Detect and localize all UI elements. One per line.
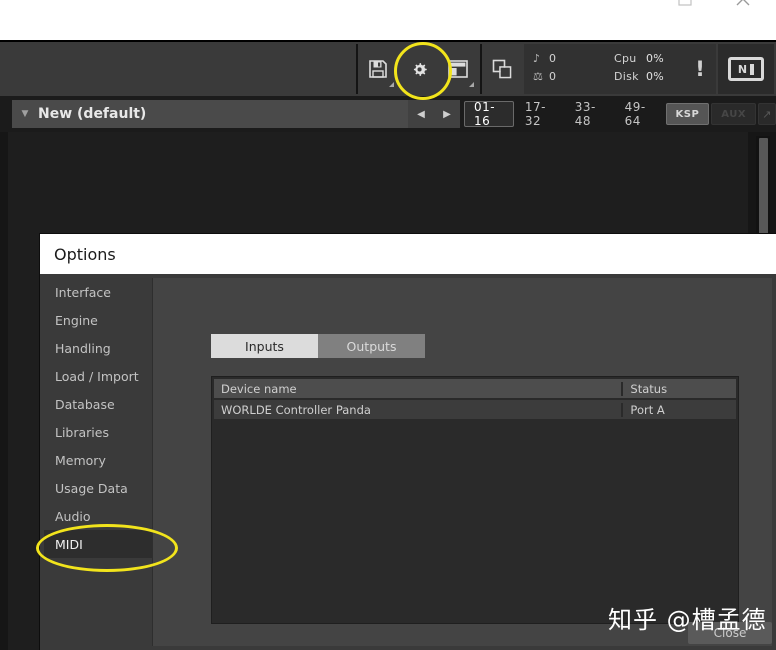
- options-dialog: Options Interface Engine Handling Load /…: [40, 234, 776, 650]
- disk-value: 0%: [646, 70, 665, 83]
- bank-button-01-16[interactable]: 01-16: [464, 100, 514, 128]
- caret-down-icon[interactable]: ▼: [12, 109, 38, 119]
- maximize-icon[interactable]: [672, 0, 698, 12]
- sidebar-item-interface[interactable]: Interface: [44, 278, 152, 306]
- table-header-row: Device name Status: [214, 379, 736, 398]
- memory-icon: ⚖: [533, 70, 544, 83]
- bank-button-17-32[interactable]: 17-32: [516, 100, 564, 128]
- memory-value: 0: [549, 70, 557, 83]
- cpu-value: 0%: [646, 52, 665, 65]
- close-icon[interactable]: [730, 0, 756, 12]
- sidebar-item-audio[interactable]: Audio: [44, 502, 152, 530]
- cpu-label: Cpu: [614, 52, 637, 65]
- prev-preset-button[interactable]: ◀: [408, 100, 434, 128]
- os-window-chrome: [0, 0, 776, 40]
- sidebar-item-handling[interactable]: Handling: [44, 334, 152, 362]
- midi-device-table: Device name Status WORLDE Controller Pan…: [211, 376, 739, 624]
- bank-button-group: 01-16 17-32 33-48 49-64 KSP AUX ↗: [464, 100, 776, 128]
- sidebar-item-memory[interactable]: Memory: [44, 446, 152, 474]
- toolbar-multi-group: [482, 42, 522, 96]
- sidebar-item-load-import[interactable]: Load / Import: [44, 362, 152, 390]
- sidebar-item-midi[interactable]: MIDI: [44, 530, 152, 558]
- screenshot-root: ♪ 0 ⚖ 0 Cpu 0% Disk 0% ! N ▼ New (defaul…: [0, 0, 776, 650]
- column-header-device-name: Device name: [221, 381, 297, 396]
- rack-scrollbar-thumb[interactable]: [759, 138, 768, 242]
- rack-header-bar: ▼ New (default) ◀ ▶ 01-16 17-32 33-48 49…: [0, 96, 776, 132]
- sidebar-item-label: Audio: [55, 508, 91, 524]
- ksp-button[interactable]: KSP: [665, 103, 710, 125]
- sidebar-item-label: Libraries: [55, 424, 109, 440]
- cell-device-name: WORLDE Controller Panda: [221, 402, 371, 417]
- rack-nav-arrows: ◀ ▶: [408, 100, 460, 128]
- bank-button-49-64[interactable]: 49-64: [616, 100, 664, 128]
- sidebar-item-label: Database: [55, 396, 115, 412]
- sidebar-item-label: MIDI: [55, 536, 83, 552]
- sidebar-item-engine[interactable]: Engine: [44, 306, 152, 334]
- voices-value: 0: [549, 52, 557, 65]
- sidebar-item-label: Memory: [55, 452, 106, 468]
- options-body: Interface Engine Handling Load / Import …: [40, 274, 776, 650]
- layout-menu-triangle-icon[interactable]: [469, 82, 474, 87]
- window-stack-icon[interactable]: [482, 42, 522, 96]
- next-preset-button[interactable]: ▶: [434, 100, 460, 128]
- options-title: Options: [54, 244, 116, 264]
- floppy-disk-save-icon[interactable]: [358, 42, 398, 96]
- options-titlebar: Options: [40, 234, 776, 274]
- toolbar-empty-area: [0, 42, 356, 96]
- expand-rack-icon[interactable]: ↗: [758, 103, 776, 125]
- ni-logo: N: [718, 44, 774, 94]
- disk-meter: Disk 0%: [614, 70, 664, 83]
- performance-meters: ♪ 0 ⚖ 0 Cpu 0% Disk 0%: [524, 44, 684, 94]
- voices-meter: ♪ 0: [533, 52, 579, 65]
- note-icon: ♪: [533, 52, 541, 65]
- sidebar-item-libraries[interactable]: Libraries: [44, 418, 152, 446]
- sidebar-item-usage-data[interactable]: Usage Data: [44, 474, 152, 502]
- panel-layout-icon[interactable]: [438, 42, 478, 96]
- cpu-meter: Cpu 0%: [614, 52, 664, 65]
- sidebar-item-label: Interface: [55, 284, 111, 300]
- sidebar-item-label: Engine: [55, 312, 98, 328]
- bank-button-33-48[interactable]: 33-48: [566, 100, 614, 128]
- column-header-status: Status: [621, 381, 736, 396]
- sidebar-item-database[interactable]: Database: [44, 390, 152, 418]
- exclamation-icon[interactable]: !: [684, 44, 716, 94]
- sidebar-item-label: Handling: [55, 340, 111, 356]
- tab-inputs[interactable]: Inputs: [211, 334, 318, 358]
- aux-button[interactable]: AUX: [711, 103, 757, 125]
- memory-meter: ⚖ 0: [533, 70, 579, 83]
- io-tab-group: Inputs Outputs: [211, 334, 425, 358]
- gear-options-icon[interactable]: [398, 42, 438, 96]
- disk-label: Disk: [614, 70, 639, 83]
- table-row[interactable]: WORLDE Controller Panda Port A: [214, 400, 736, 419]
- cell-status[interactable]: Port A: [621, 402, 736, 417]
- options-content-pane: Inputs Outputs Device name Status WORLDE…: [153, 278, 772, 646]
- watermark: 知乎 @槽孟德: [608, 606, 767, 634]
- ni-logo-letter: N: [737, 62, 748, 76]
- ni-logo-bar: [750, 63, 755, 75]
- instrument-name-label: New (default): [38, 106, 147, 122]
- kontakt-toolbar: ♪ 0 ⚖ 0 Cpu 0% Disk 0% ! N: [0, 40, 776, 96]
- save-menu-triangle-icon[interactable]: [389, 82, 394, 87]
- options-sidebar: Interface Engine Handling Load / Import …: [44, 278, 153, 646]
- sidebar-item-label: Load / Import: [55, 368, 139, 384]
- instrument-name-field[interactable]: ▼ New (default): [12, 100, 408, 128]
- toolbar-icon-group: [358, 42, 478, 96]
- tab-outputs[interactable]: Outputs: [318, 334, 425, 358]
- sidebar-item-label: Usage Data: [55, 480, 128, 496]
